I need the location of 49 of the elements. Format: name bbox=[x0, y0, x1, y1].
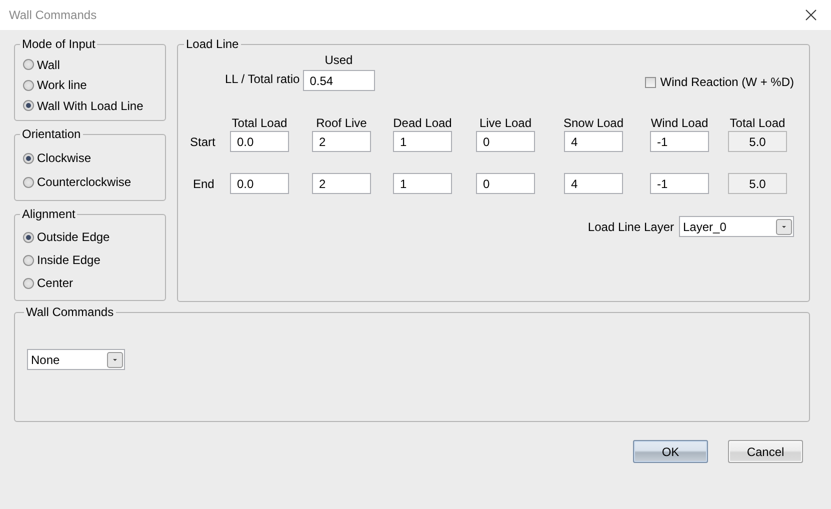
load-field[interactable]: 0.0 bbox=[230, 131, 289, 152]
caret-icon bbox=[107, 352, 123, 368]
dialog-button[interactable]: OK bbox=[633, 440, 708, 463]
radio-option[interactable]: Wall bbox=[23, 58, 157, 72]
field-label: Used bbox=[324, 53, 353, 67]
radio-option[interactable]: Center bbox=[23, 276, 157, 290]
load-field[interactable]: 1 bbox=[393, 131, 452, 152]
total-load-field: 5.0 bbox=[728, 173, 787, 194]
ratio-field[interactable]: 0.54 bbox=[302, 70, 375, 91]
radio-option[interactable]: Work line bbox=[23, 78, 157, 92]
window-title: Wall Commands bbox=[9, 8, 97, 22]
load-field[interactable]: 1 bbox=[393, 173, 452, 194]
group-title: Alignment bbox=[21, 207, 76, 221]
column-header: Snow Load bbox=[564, 116, 623, 131]
load-field[interactable]: 0 bbox=[476, 131, 535, 152]
radio-option[interactable]: Wall With Load Line bbox=[23, 98, 157, 112]
load-field[interactable]: 4 bbox=[564, 173, 623, 194]
group-title: Mode of Input bbox=[21, 37, 96, 51]
load-field[interactable]: 2 bbox=[312, 131, 371, 152]
column-header: Roof Live bbox=[315, 116, 368, 131]
column-header: Total Load bbox=[230, 116, 288, 131]
radio-option[interactable]: Counterclockwise bbox=[23, 175, 157, 189]
caret-icon bbox=[776, 218, 792, 234]
row-label: Start bbox=[189, 134, 216, 148]
field-label: LL / Total ratio bbox=[225, 72, 300, 88]
column-header: Live Load bbox=[478, 116, 533, 131]
group-title: Orientation bbox=[21, 127, 82, 141]
close-icon[interactable] bbox=[805, 9, 817, 21]
wind-reaction-checkbox[interactable]: Wind Reaction (W + %D) bbox=[645, 75, 794, 89]
dialog-button[interactable]: Cancel bbox=[728, 440, 803, 463]
load-field[interactable]: 0 bbox=[476, 173, 535, 194]
total-load-field: 5.0 bbox=[728, 131, 787, 152]
load-field[interactable]: 0.0 bbox=[230, 173, 289, 194]
field-label: Load Line Layer bbox=[588, 220, 674, 234]
radio-option[interactable]: Inside Edge bbox=[23, 253, 157, 267]
row-label: End bbox=[192, 176, 214, 190]
load-field[interactable]: -1 bbox=[650, 131, 709, 152]
dropdown[interactable]: Layer_0 bbox=[679, 216, 794, 237]
load-field[interactable]: 4 bbox=[564, 131, 623, 152]
radio-option[interactable]: Clockwise bbox=[23, 151, 157, 165]
column-header: Total Load bbox=[728, 116, 786, 131]
load-field[interactable]: -1 bbox=[650, 173, 709, 194]
dropdown[interactable]: None bbox=[27, 349, 125, 370]
column-header: Wind Load bbox=[650, 116, 709, 131]
group-title: Wall Commands bbox=[25, 305, 115, 319]
column-header: Dead Load bbox=[393, 116, 452, 131]
group-title: Load Line bbox=[185, 37, 240, 51]
load-field[interactable]: 2 bbox=[312, 173, 371, 194]
radio-option[interactable]: Outside Edge bbox=[23, 230, 157, 244]
